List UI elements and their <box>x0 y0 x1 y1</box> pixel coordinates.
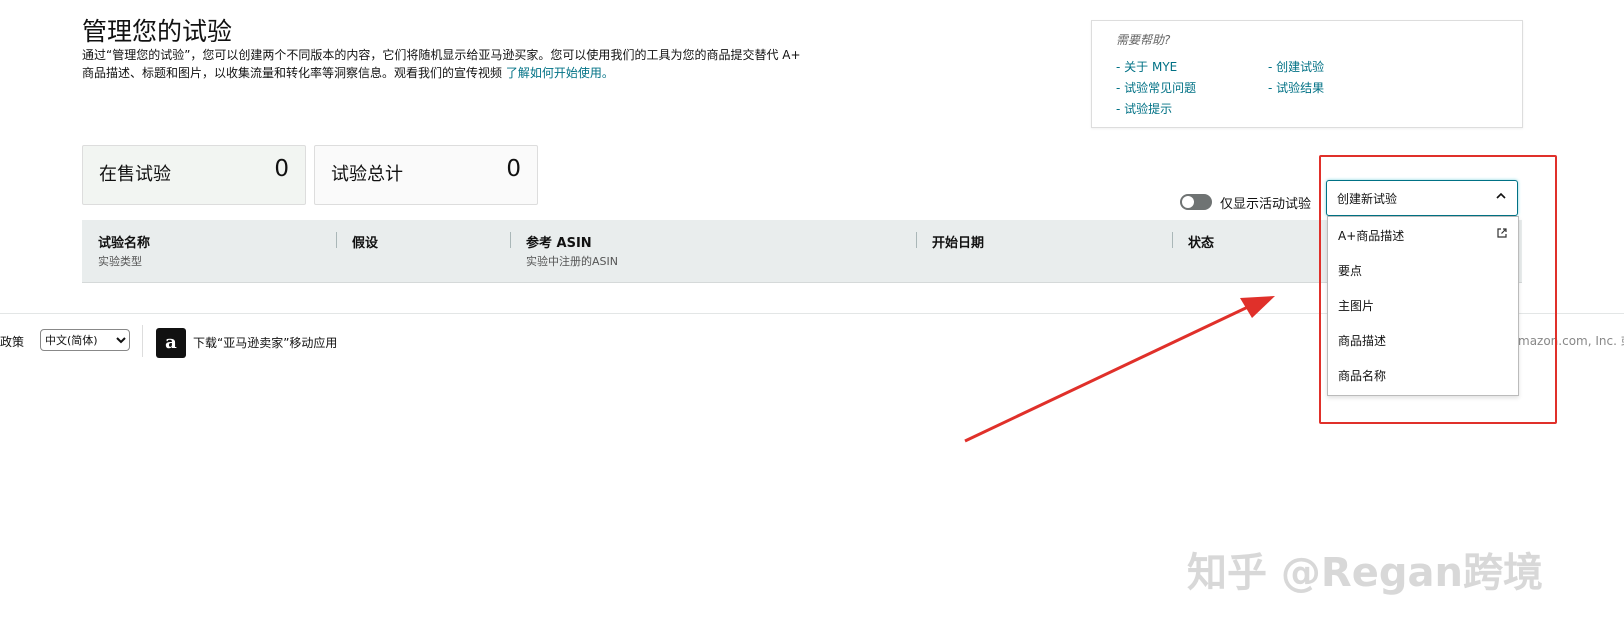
active-only-toggle[interactable] <box>1180 194 1212 210</box>
copyright-text: mazon.com, Inc. 或 <box>1518 334 1624 348</box>
column-hypothesis[interactable]: 假设 <box>352 232 378 251</box>
help-panel: 需要帮助? - 关于 MYE - 创建试验 - 试验常见问题 - 试验结果 - … <box>1091 20 1523 128</box>
annotation-arrow-icon <box>964 296 1275 443</box>
column-label: 假设 <box>352 236 379 251</box>
language-select[interactable]: 中文(简体) <box>40 329 130 351</box>
column-divider <box>510 232 511 248</box>
option-main-image[interactable]: 主图片 <box>1338 297 1374 314</box>
column-sublabel: 实验中注册的ASIN <box>526 255 618 268</box>
download-app-link[interactable]: 下载“亚马逊卖家”移动应用 <box>193 334 337 351</box>
option-product-description[interactable]: 商品描述 <box>1338 332 1386 349</box>
experiment-results-link[interactable]: - 试验结果 <box>1268 79 1324 96</box>
experiment-faq-link[interactable]: - 试验常见问题 <box>1116 79 1196 96</box>
experiment-type-dropdown: A+商品描述 要点 主图片 商品描述 商品名称 <box>1327 216 1519 396</box>
stat-value: 0 <box>506 156 521 182</box>
watermark: 知乎 @Regan跨境 <box>1187 550 1543 596</box>
column-divider <box>916 232 917 248</box>
experiments-table-header: 试验名称 实验类型 假设 参考 ASIN 实验中注册的ASIN 开始日期 状态 <box>82 220 1522 283</box>
page-description: 通过“管理您的试验”，您可以创建两个不同版本的内容，它们将随机显示给亚马逊买家。… <box>82 46 802 82</box>
column-experiment-name[interactable]: 试验名称 实验类型 <box>98 232 150 269</box>
option-product-title[interactable]: 商品名称 <box>1338 367 1386 384</box>
footer-separator <box>142 325 143 357</box>
stat-active-experiments[interactable]: 在售试验 0 <box>82 145 306 205</box>
stat-label: 在售试验 <box>99 164 171 185</box>
column-status[interactable]: 状态 <box>1188 232 1214 251</box>
column-reference-asin[interactable]: 参考 ASIN 实验中注册的ASIN <box>526 232 618 269</box>
column-start-date[interactable]: 开始日期 <box>932 232 984 251</box>
stat-label: 试验总计 <box>331 164 403 185</box>
column-label: 参考 ASIN <box>526 236 592 251</box>
external-link-icon <box>1497 228 1507 238</box>
column-divider <box>1172 232 1173 248</box>
active-only-label: 仅显示活动试验 <box>1220 197 1312 212</box>
learn-how-link[interactable]: 了解如何开始使用。 <box>506 66 614 80</box>
option-bullet-points[interactable]: 要点 <box>1338 262 1362 279</box>
description-text: 通过“管理您的试验”，您可以创建两个不同版本的内容，它们将随机显示给亚马逊买家。… <box>82 48 801 80</box>
stat-value: 0 <box>274 156 289 182</box>
experiment-tips-link[interactable]: - 试验提示 <box>1116 100 1172 117</box>
column-label: 状态 <box>1188 236 1215 251</box>
column-label: 试验名称 <box>98 236 151 251</box>
page-title: 管理您的试验 <box>82 17 233 46</box>
amazon-seller-app-icon[interactable]: a <box>156 328 186 358</box>
stat-total-experiments[interactable]: 试验总计 0 <box>314 145 538 205</box>
option-a-plus-content[interactable]: A+商品描述 <box>1338 227 1404 244</box>
column-label: 开始日期 <box>932 236 985 251</box>
help-heading: 需要帮助? <box>1116 33 1171 47</box>
toggle-knob <box>1182 196 1194 208</box>
create-experiment-link[interactable]: - 创建试验 <box>1268 58 1324 75</box>
column-divider <box>336 232 337 248</box>
about-mye-link[interactable]: - 关于 MYE <box>1116 58 1177 75</box>
select-value: 创建新试验 <box>1337 192 1398 206</box>
column-sublabel: 实验类型 <box>98 255 142 268</box>
chevron-up-icon <box>1496 192 1506 199</box>
policy-link[interactable]: 政策 <box>0 333 24 350</box>
create-experiment-select[interactable]: 创建新试验 <box>1326 180 1518 216</box>
